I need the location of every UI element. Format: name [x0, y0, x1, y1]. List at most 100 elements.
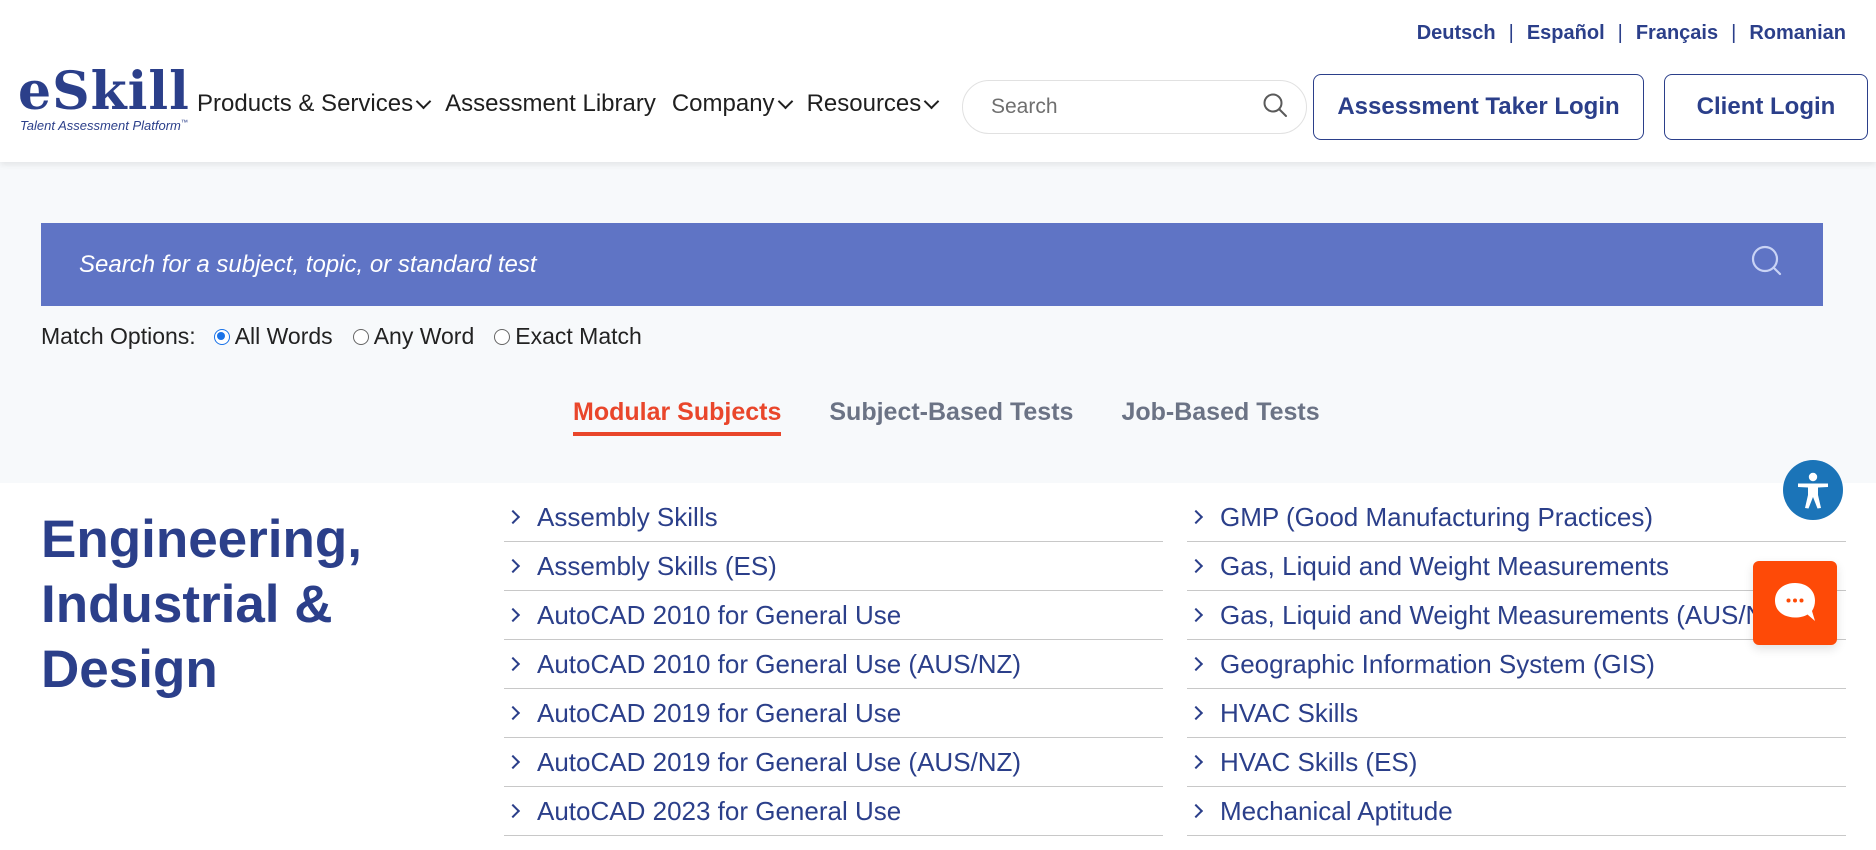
subject-column-1: Assembly Skills Assembly Skills (ES) Aut… [504, 493, 1163, 836]
list-item[interactable]: AutoCAD 2010 for General Use (AUS/NZ) [504, 640, 1163, 689]
list-item[interactable]: Mechanical Aptitude [1187, 787, 1846, 836]
list-item[interactable]: HVAC Skills (ES) [1187, 738, 1846, 787]
radio-label: All Words [234, 323, 333, 349]
chevron-right-icon [1188, 656, 1204, 672]
radio-exact-match[interactable]: Exact Match [494, 323, 642, 350]
logo-tagline-text: Talent Assessment Platform [20, 118, 181, 133]
lang-espanol[interactable]: Español [1527, 22, 1605, 45]
subject-column-2: GMP (Good Manufacturing Practices) Gas, … [1187, 493, 1846, 836]
main-nav: Products & Services Assessment Library C… [197, 90, 953, 118]
list-item-label: GMP (Good Manufacturing Practices) [1220, 501, 1654, 532]
chat-bubble-icon [1775, 583, 1815, 621]
list-item-label: Mechanical Aptitude [1220, 795, 1453, 826]
accessibility-icon [1798, 472, 1828, 509]
chevron-right-icon [505, 509, 521, 525]
list-item[interactable]: Gas, Liquid and Weight Measurements (AUS… [1187, 591, 1846, 640]
lang-romanian[interactable]: Romanian [1749, 22, 1846, 45]
list-item[interactable]: GMP (Good Manufacturing Practices) [1187, 493, 1846, 542]
trademark-mark: ™ [180, 119, 188, 127]
lang-francais[interactable]: Français [1636, 22, 1718, 45]
list-item[interactable]: Assembly Skills [504, 493, 1163, 542]
language-bar: Deutsch | Español | Français | Romanian [1417, 22, 1846, 45]
header-search-box [962, 80, 1307, 134]
list-item[interactable]: Gas, Liquid and Weight Measurements [1187, 542, 1846, 591]
list-item-label: Assembly Skills (ES) [537, 550, 777, 581]
list-item[interactable]: HVAC Skills [1187, 689, 1846, 738]
chevron-right-icon [1188, 754, 1204, 770]
lang-separator: | [1508, 22, 1514, 44]
list-item-label: HVAC Skills [1220, 697, 1359, 728]
lang-deutsch[interactable]: Deutsch [1417, 22, 1496, 45]
nav-label: Assessment Library [445, 90, 656, 117]
list-item[interactable]: Geographic Information System (GIS) [1187, 640, 1846, 689]
radio-all-words[interactable]: All Words [213, 323, 333, 350]
chevron-right-icon [505, 607, 521, 623]
match-options-label: Match Options: [41, 323, 196, 349]
nav-assessment-library[interactable]: Assessment Library [445, 90, 656, 118]
list-item-label: Gas, Liquid and Weight Measurements [1220, 550, 1669, 581]
chevron-down-icon [777, 93, 793, 110]
search-icon[interactable] [1749, 244, 1785, 285]
list-item[interactable]: AutoCAD 2019 for General Use (AUS/NZ) [504, 738, 1163, 787]
chevron-right-icon [1188, 558, 1204, 574]
nav-label: Company [671, 90, 775, 117]
radio-button-checked[interactable] [213, 328, 230, 345]
search-hero: Match Options: All Words Any Word Exact … [0, 162, 1876, 483]
chevron-right-icon [1188, 803, 1204, 819]
radio-button[interactable] [352, 328, 369, 345]
chat-button[interactable] [1753, 561, 1837, 645]
chevron-right-icon [1188, 705, 1204, 721]
radio-any-word[interactable]: Any Word [352, 323, 475, 350]
client-login-button[interactable]: Client Login [1664, 74, 1868, 140]
site-header: Deutsch | Español | Français | Romanian … [0, 0, 1876, 162]
logo-wordmark: eSkill [18, 61, 190, 122]
eskill-logo[interactable]: eSkill Talent Assessment Platform™ [18, 61, 190, 134]
subject-search-input[interactable] [79, 250, 1749, 279]
assessment-taker-login-button[interactable]: Assessment Taker Login [1313, 74, 1644, 140]
search-icon[interactable] [1262, 92, 1288, 123]
list-item-label: HVAC Skills (ES) [1220, 746, 1418, 777]
list-item[interactable]: AutoCAD 2010 for General Use [504, 591, 1163, 640]
list-item-label: AutoCAD 2023 for General Use [537, 795, 902, 826]
lang-separator: | [1617, 22, 1623, 44]
tab-subject-based-tests[interactable]: Subject-Based Tests [829, 398, 1073, 432]
chevron-right-icon [505, 656, 521, 672]
nav-products-services[interactable]: Products & Services [197, 90, 432, 118]
chevron-right-icon [505, 803, 521, 819]
list-item-label: AutoCAD 2010 for General Use [537, 599, 902, 630]
list-item[interactable]: AutoCAD 2023 for General Use [504, 787, 1163, 836]
radio-button[interactable] [494, 328, 511, 345]
header-search-input[interactable] [991, 95, 1262, 119]
section-title: Engineering, Industrial & Design [41, 510, 362, 699]
library-tabs: Modular Subjects Subject-Based Tests Job… [573, 398, 1368, 436]
tab-job-based-tests[interactable]: Job-Based Tests [1121, 398, 1319, 432]
list-item-label: Assembly Skills [537, 501, 718, 532]
chevron-right-icon [1188, 607, 1204, 623]
logo-tagline: Talent Assessment Platform™ [20, 118, 190, 133]
chevron-right-icon [505, 558, 521, 574]
list-item[interactable]: AutoCAD 2019 for General Use [504, 689, 1163, 738]
subject-search-bar [41, 223, 1823, 306]
match-options: Match Options: All Words Any Word Exact … [41, 323, 662, 350]
nav-company[interactable]: Company [671, 90, 793, 118]
chevron-right-icon [1188, 509, 1204, 525]
tab-modular-subjects[interactable]: Modular Subjects [573, 398, 782, 436]
chevron-down-icon [415, 93, 432, 110]
nav-label: Resources [806, 90, 922, 117]
chevron-right-icon [505, 754, 521, 770]
radio-label: Any Word [373, 323, 475, 349]
radio-label: Exact Match [515, 323, 642, 349]
nav-resources[interactable]: Resources [806, 90, 940, 118]
list-item-label: AutoCAD 2010 for General Use (AUS/NZ) [537, 648, 1022, 679]
list-item-label: AutoCAD 2019 for General Use (AUS/NZ) [537, 746, 1022, 777]
subject-listing: Engineering, Industrial & Design Assembl… [0, 483, 1876, 850]
lang-separator: | [1731, 22, 1737, 44]
list-item-label: AutoCAD 2019 for General Use [537, 697, 902, 728]
list-item-label: Gas, Liquid and Weight Measurements (AUS… [1220, 599, 1789, 630]
chevron-down-icon [924, 93, 940, 110]
list-item[interactable]: Assembly Skills (ES) [504, 542, 1163, 591]
accessibility-button[interactable] [1783, 460, 1843, 520]
list-item-label: Geographic Information System (GIS) [1220, 648, 1655, 679]
nav-label: Products & Services [197, 90, 414, 117]
chevron-right-icon [505, 705, 521, 721]
